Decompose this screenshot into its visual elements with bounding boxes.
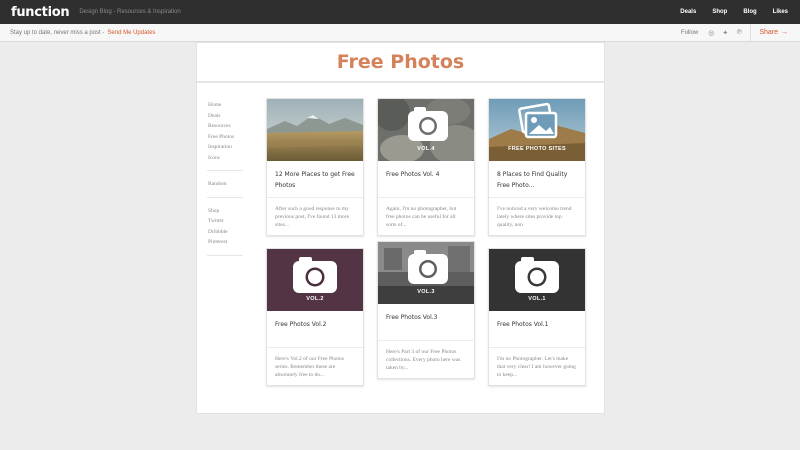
post-card[interactable]: VOL.4 Free Photos Vol. 4 Again, I'm no p… [377,98,475,236]
post-thumbnail[interactable]: VOL.2 [267,249,363,311]
post-thumbnail[interactable]: VOL.1 [489,249,585,311]
sidebar: Home Deals Resources Free Photos Inspira… [207,99,243,263]
post-title[interactable]: Free Photos Vol.1 [497,319,579,330]
post-card[interactable]: FREE PHOTO SITES 8 Places to Find Qualit… [488,98,586,236]
post-excerpt: After such a good response to my previou… [275,206,350,228]
share-label: Share [759,29,778,36]
thumbnail-label: VOL.1 [528,296,546,302]
sidebar-item-pinterest[interactable]: Pinterest [208,237,243,248]
social-area: Follow ◎ ✦ ℗ Share → [680,23,800,42]
post-thumbnail[interactable]: VOL.4 [378,99,474,161]
post-excerpt: Here's Vol.2 of our Free Photos series. … [275,356,344,378]
card-divider [489,347,585,348]
thumbnail-label: VOL.4 [417,146,435,152]
main-content: Free Photos Home Deals Resources Free Ph… [196,42,605,414]
thumbnail-label: VOL.3 [417,289,435,295]
follow-label: Follow [680,29,699,36]
share-arrow-icon: → [781,29,788,36]
card-divider [378,340,474,341]
top-nav: Deals Shop Blog Likes [672,9,796,15]
post-excerpt: I've noticed a very welcome trend lately… [497,206,572,228]
card-divider [267,347,363,348]
post-excerpt: I'm no Photographer. Let's make that ver… [497,356,576,378]
post-title[interactable]: Free Photos Vol.3 [386,312,468,323]
page-title: Free Photos [336,51,465,73]
post-thumbnail[interactable] [267,99,363,161]
share-button[interactable]: Share → [750,23,800,42]
post-title[interactable]: Free Photos Vol.2 [275,319,357,330]
sidebar-item-dribbble[interactable]: Dribbble [208,227,243,238]
nav-deals[interactable]: Deals [672,9,704,15]
post-card[interactable]: VOL.2 Free Photos Vol.2 Here's Vol.2 of … [266,248,364,386]
nav-blog[interactable]: Blog [735,9,764,15]
post-title[interactable]: Free Photos Vol. 4 [386,169,468,180]
pinterest-icon[interactable]: ℗ [732,24,746,42]
post-excerpt: Again, I'm no photographer, but free pho… [386,206,457,228]
post-thumbnail[interactable]: VOL.3 [378,242,474,304]
title-band: Free Photos [197,43,604,83]
thumbnail-label: FREE PHOTO SITES [508,146,566,152]
site-tagline: Design Blog - Resources & Inspiration [79,9,181,15]
sidebar-group-random: Random [207,178,243,198]
sidebar-item-icons[interactable]: Icons [208,153,243,164]
site-logo[interactable]: function [11,5,70,20]
send-updates-link[interactable]: Send Me Updates [107,30,155,36]
sidebar-item-deals[interactable]: Deals [208,111,243,122]
nav-shop[interactable]: Shop [704,9,735,15]
sidebar-item-random[interactable]: Random [208,179,243,190]
card-divider [489,197,585,198]
card-divider [378,197,474,198]
sidebar-item-home[interactable]: Home [208,100,243,111]
post-card[interactable]: VOL.1 Free Photos Vol.1 I'm no Photograp… [488,248,586,386]
sidebar-group-main: Home Deals Resources Free Photos Inspira… [207,99,243,171]
post-card[interactable]: 12 More Places to get Free Photos After … [266,98,364,236]
sidebar-item-twitter[interactable]: Twitter [208,216,243,227]
subscribe-text: Stay up to date, never miss a post - [10,29,105,36]
sidebar-item-shop[interactable]: Shop [208,206,243,217]
post-title[interactable]: 12 More Places to get Free Photos [275,169,357,191]
sidebar-item-inspiration[interactable]: Inspiration [208,142,243,153]
post-card[interactable]: VOL.3 Free Photos Vol.3 Here's Part 3 of… [377,241,475,379]
nav-likes[interactable]: Likes [765,9,796,15]
twitter-icon[interactable]: ✦ [718,24,732,42]
card-divider [267,197,363,198]
top-bar: function Design Blog - Resources & Inspi… [0,0,800,24]
sidebar-group-social: Shop Twitter Dribbble Pinterest [207,205,243,256]
post-title[interactable]: 8 Places to Find Quality Free Photo... [497,169,579,191]
thumbnail-label: VOL.2 [306,296,324,302]
dribbble-icon[interactable]: ◎ [704,24,718,42]
sidebar-item-free-photos[interactable]: Free Photos [208,132,243,143]
post-thumbnail[interactable]: FREE PHOTO SITES [489,99,585,161]
post-excerpt: Here's Part 3 of our Free Photos collect… [386,349,461,371]
subscribe-bar: Stay up to date, never miss a post - Sen… [0,23,800,42]
sidebar-item-resources[interactable]: Resources [208,121,243,132]
